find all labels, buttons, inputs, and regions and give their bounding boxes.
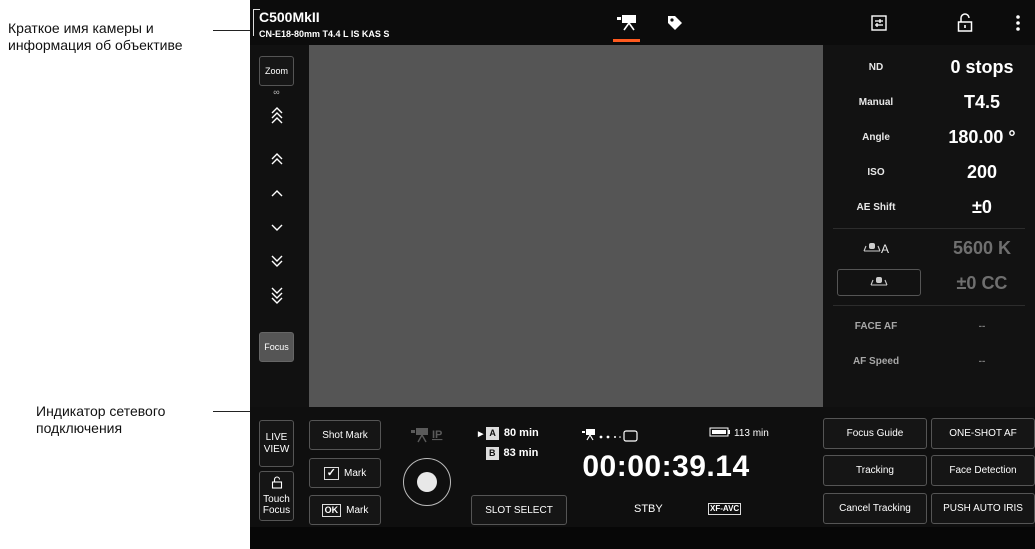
record-button[interactable] <box>403 458 451 506</box>
live-view-button[interactable]: LIVE VIEW <box>259 420 294 467</box>
slot-select-button[interactable]: SLOT SELECT <box>471 495 567 525</box>
live-view-area[interactable] <box>309 45 823 407</box>
recording-format-badge: XF-AVC <box>708 503 742 515</box>
white-balance-label: A <box>823 242 929 256</box>
unlock-icon[interactable] <box>952 11 978 35</box>
zoom-button[interactable]: Zoom <box>259 56 294 86</box>
setting-row-shutter-angle[interactable]: Angle 180.00 ° <box>823 121 1035 156</box>
touch-focus-label: Touch Focus <box>262 494 291 516</box>
settings-divider <box>833 305 1025 306</box>
setting-value: 200 <box>966 162 998 182</box>
camera-app-window: C500MkII CN-E18-80mm T4.4 L IS KAS S Zoo… <box>250 0 1035 549</box>
down-arrow-icon[interactable] <box>259 216 294 240</box>
tag-icon[interactable] <box>662 11 688 35</box>
lens-info: CN-E18-80mm T4.4 L IS KAS S <box>259 29 390 39</box>
triple-down-arrow-icon[interactable] <box>259 283 294 307</box>
more-vertical-icon[interactable] <box>1005 11 1031 35</box>
camera-settings-panel: ND 0 stops Manual T4.5 Angle 180.00 ° IS… <box>823 45 1035 407</box>
slot-b-time: 83 min <box>503 447 539 459</box>
focus-guide-button[interactable]: Focus Guide <box>823 418 927 449</box>
triple-up-arrow-icon[interactable] <box>259 104 294 128</box>
setting-label: AE Shift <box>856 202 896 213</box>
white-balance-adjust-icon <box>870 274 888 292</box>
check-mark-button[interactable]: ✓ Mark <box>309 458 381 488</box>
setting-row-white-balance[interactable]: A 5600 K <box>823 232 1035 267</box>
white-balance-kelvin: 5600 K <box>952 238 1012 258</box>
setting-label: Manual <box>858 97 894 108</box>
setting-row-ae-shift[interactable]: AE Shift ±0 <box>823 191 1035 226</box>
setting-value: 0 stops <box>950 57 1014 77</box>
setting-label: AF Speed <box>852 356 900 367</box>
cancel-tracking-button[interactable]: Cancel Tracking <box>823 493 927 524</box>
settings-divider <box>833 228 1025 229</box>
setting-value: ±0 <box>972 197 992 217</box>
settings-sliders-icon[interactable] <box>866 11 892 35</box>
up-arrow-icon[interactable] <box>259 181 294 205</box>
setting-label: ND <box>868 62 884 73</box>
recording-status: STBY <box>634 503 663 515</box>
setting-row-iso[interactable]: ISO 200 <box>823 156 1035 191</box>
tracking-button[interactable]: Tracking <box>823 455 927 486</box>
ok-mark-button[interactable]: OK Mark <box>309 495 381 525</box>
active-slot-marker-icon: ▶ <box>478 431 484 438</box>
record-dot <box>417 472 437 492</box>
ok-mark-label: Mark <box>346 504 369 516</box>
media-slot-a: ▶ A 80 min <box>478 427 539 440</box>
one-shot-af-button[interactable]: ONE-SHOT AF <box>931 418 1035 449</box>
color-compensation-value: ±0 CC <box>956 273 1008 293</box>
infinity-mark: ∞ <box>273 87 280 97</box>
setting-label: FACE AF <box>854 321 898 332</box>
battery-time: 113 min <box>734 428 769 439</box>
setting-value: -- <box>978 321 986 332</box>
ip-streaming-icon[interactable]: IP <box>394 420 464 450</box>
active-tab-indicator <box>613 39 640 42</box>
setting-row-af-speed[interactable]: AF Speed -- <box>823 345 1035 380</box>
check-box-icon: ✓ <box>323 466 339 480</box>
touch-focus-button[interactable]: Touch Focus <box>259 471 294 521</box>
setting-row-iris[interactable]: Manual T4.5 <box>823 86 1035 121</box>
media-slot-b: B 83 min <box>486 447 538 460</box>
setting-value: T4.5 <box>963 92 1001 112</box>
bottom-control-bar: LIVE VIEW Touch Focus Shot Mark ✓ Mark O… <box>250 407 1035 527</box>
setting-label: ISO <box>867 167 885 178</box>
battery-indicator: 113 min <box>709 427 769 440</box>
white-balance-icon <box>863 242 881 256</box>
camera-short-name: C500MkII <box>259 9 320 25</box>
push-auto-iris-button[interactable]: PUSH AUTO IRIS <box>931 493 1035 524</box>
slot-a-time: 80 min <box>503 427 539 439</box>
wb-adjust-button[interactable] <box>837 269 921 296</box>
setting-label: Angle <box>862 132 890 143</box>
slot-b-badge: B <box>486 447 499 460</box>
camera-name-callout: Краткое имя камеры и информация об объек… <box>8 20 183 53</box>
setting-row-color-compensation: ±0 CC <box>823 267 1035 302</box>
ok-box-icon: OK <box>321 503 342 517</box>
svg-text:IP: IP <box>432 429 442 441</box>
camera-icon[interactable] <box>614 11 640 35</box>
setting-value: -- <box>978 356 986 367</box>
face-detection-button[interactable]: Face Detection <box>931 455 1035 486</box>
battery-icon <box>709 427 731 440</box>
white-balance-mode: A <box>880 242 889 256</box>
touch-focus-lock-icon <box>271 476 283 492</box>
focus-button[interactable]: Focus <box>259 332 294 362</box>
double-up-arrow-icon[interactable] <box>259 147 294 171</box>
shot-mark-button[interactable]: Shot Mark <box>309 420 381 450</box>
network-connection-indicator <box>581 427 641 443</box>
setting-value: 180.00 ° <box>948 127 1016 147</box>
slot-a-badge: A <box>486 427 499 440</box>
check-mark-label: Mark <box>343 467 367 479</box>
header-bar: C500MkII CN-E18-80mm T4.4 L IS KAS S <box>250 0 1035 45</box>
double-down-arrow-icon[interactable] <box>259 249 294 273</box>
timecode: 00:00:39.14 <box>582 450 750 483</box>
network-callout: Индикатор сетевого подключения <box>36 403 166 436</box>
footer-strip <box>250 527 1035 549</box>
setting-row-nd[interactable]: ND 0 stops <box>823 51 1035 86</box>
setting-row-face-af[interactable]: FACE AF -- <box>823 310 1035 345</box>
